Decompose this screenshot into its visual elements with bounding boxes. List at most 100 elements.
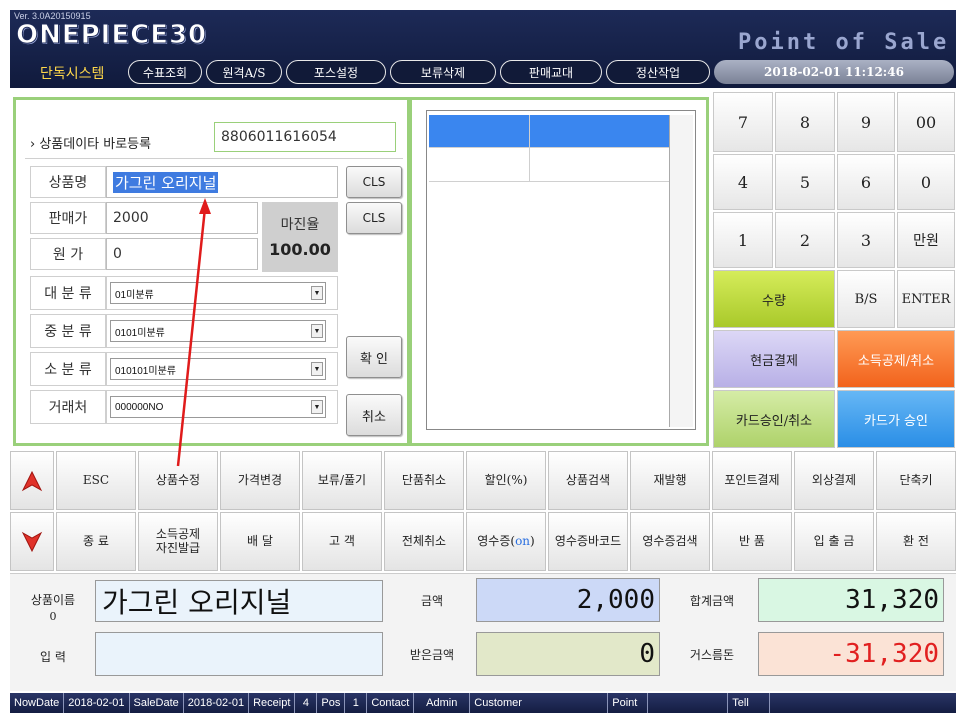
margin-label: 마진율 [280,217,320,233]
key-8[interactable]: 8 [775,92,835,152]
clear-name-button[interactable]: CLS [346,166,402,198]
point-value [648,693,729,713]
receipt-toggle-button[interactable]: 영수증(on) [466,512,546,571]
quantity-button[interactable]: 수량 [713,270,835,328]
key-10000-won[interactable]: 만원 [897,212,955,268]
key-1[interactable]: 1 [713,212,773,268]
scroll-up-button[interactable] [10,451,54,510]
change-label: 거스름돈 [689,647,735,662]
key-7[interactable]: 7 [713,92,773,152]
vendor-select[interactable]: 000000NO ▼ [110,396,326,418]
scroll-down-button[interactable] [10,512,54,571]
mid-category-label: 중 분 류 [30,314,106,348]
nav-remote-as-button[interactable]: 원격A/S [206,60,282,84]
enter-button[interactable]: ENTER [897,270,955,328]
arrow-down-icon [21,531,43,552]
currency-exchange-button[interactable]: 환 전 [876,512,956,571]
nav-pos-settings-button[interactable]: 포스설정 [286,60,386,84]
status-bar: NowDate 2018-02-01 SaleDate 2018-02-01 R… [10,693,956,713]
selected-row[interactable] [429,115,669,147]
chevron-down-icon: ▼ [311,324,323,338]
esc-button[interactable]: ESC [56,451,136,510]
nav-hold-delete-button[interactable]: 보류삭제 [390,60,496,84]
cash-payment-button[interactable]: 현금결제 [713,330,835,388]
exit-button[interactable]: 종 료 [56,512,136,571]
edit-product-button[interactable]: 상품수정 [138,451,218,510]
product-search-button[interactable]: 상품검색 [548,451,628,510]
customer-label: Customer [470,693,609,713]
reissue-button[interactable]: 재발행 [630,451,710,510]
change-price-button[interactable]: 가격변경 [220,451,300,510]
small-category-select[interactable]: 010101미분류 ▼ [110,358,326,380]
key-4[interactable]: 4 [713,154,773,210]
chevron-down-icon: ▼ [311,286,323,300]
large-category-select[interactable]: 01미분류 ▼ [110,282,326,304]
received-display: 0 [476,632,660,676]
income-deduction-button[interactable]: 소득공제/취소 [837,330,955,388]
product-name-label: 상품명 [30,166,106,198]
amount-display: 2,000 [476,578,660,622]
received-label: 받은금액 [409,647,455,662]
delivery-button[interactable]: 배 달 [220,512,300,571]
price-label: 판매가 [30,202,106,234]
product-name-value: 가그린 오리지널 [113,171,219,193]
item-list-grid[interactable] [426,110,696,430]
scrollbar[interactable] [669,115,693,427]
cancel-all-button[interactable]: 전체취소 [384,512,464,571]
cancel-button[interactable]: 취소 [346,394,402,436]
hold-release-button[interactable]: 보류/풀기 [302,451,382,510]
return-button[interactable]: 반 품 [712,512,792,571]
nav-settlement-button[interactable]: 정산작업 [606,60,710,84]
product-name-field[interactable]: 가그린 오리지널 [106,166,338,198]
card-approve-button[interactable]: 카드가 승인 [837,390,955,448]
shortcut-button[interactable]: 단축키 [876,451,956,510]
key-3[interactable]: 3 [837,212,895,268]
credit-payment-button[interactable]: 외상결제 [794,451,874,510]
sale-date-value: 2018-02-01 [184,693,250,713]
key-9[interactable]: 9 [837,92,895,152]
small-category-value: 010101미분류 [115,365,176,377]
customer-button[interactable]: 고 객 [302,512,382,571]
cash-in-out-button[interactable]: 입 출 금 [794,512,874,571]
price-input[interactable]: 2000 [106,202,258,234]
nav-check-inquiry-button[interactable]: 수표조회 [128,60,202,84]
point-payment-button[interactable]: 포인트결제 [712,451,792,510]
card-approve-cancel-button[interactable]: 카드승인/취소 [713,390,835,448]
receipt-label: Receipt [249,693,296,713]
key-00[interactable]: 00 [897,92,955,152]
cost-label: 원 가 [30,238,106,270]
tell-label: Tell [728,693,771,713]
grid-divider [429,147,669,148]
nav-shift-change-button[interactable]: 판매교대 [500,60,602,84]
chevron-down-icon: ▼ [311,362,323,376]
large-category-label: 대 분 류 [30,276,106,310]
item-name-label: 상품이름 [30,592,76,607]
confirm-button[interactable]: 확 인 [346,336,402,378]
key-5[interactable]: 5 [775,154,835,210]
barcode-input[interactable]: 8806011616054 [214,122,396,152]
key-2[interactable]: 2 [775,212,835,268]
cost-input[interactable]: 0 [106,238,258,270]
change-display: -31,320 [758,632,944,676]
receipt-barcode-button[interactable]: 영수증바코드 [548,512,628,571]
income-deduction-issue-button[interactable]: 소득공제 자진발급 [138,512,218,571]
cancel-item-button[interactable]: 단품취소 [384,451,464,510]
brand-label: Point of Sale [738,30,950,55]
mid-category-select[interactable]: 0101미분류 ▼ [110,320,326,342]
receipt-search-button[interactable]: 영수증검색 [630,512,710,571]
amount-label: 금액 [420,593,444,608]
discount-button[interactable]: 할인(%) [466,451,546,510]
receipt-value: 4 [295,693,318,713]
small-category-label: 소 분 류 [30,352,106,386]
backspace-button[interactable]: B/S [837,270,895,328]
sale-date-label: SaleDate [130,693,184,713]
margin-box [262,202,338,272]
input-field[interactable] [95,632,383,676]
divider [25,158,403,159]
key-0[interactable]: 0 [897,154,955,210]
clear-price-button[interactable]: CLS [346,202,402,234]
app-logo: ONEPIECE30 [15,20,208,51]
margin-value: 100.00 [269,240,331,259]
key-6[interactable]: 6 [837,154,895,210]
pos-value: 1 [345,693,368,713]
